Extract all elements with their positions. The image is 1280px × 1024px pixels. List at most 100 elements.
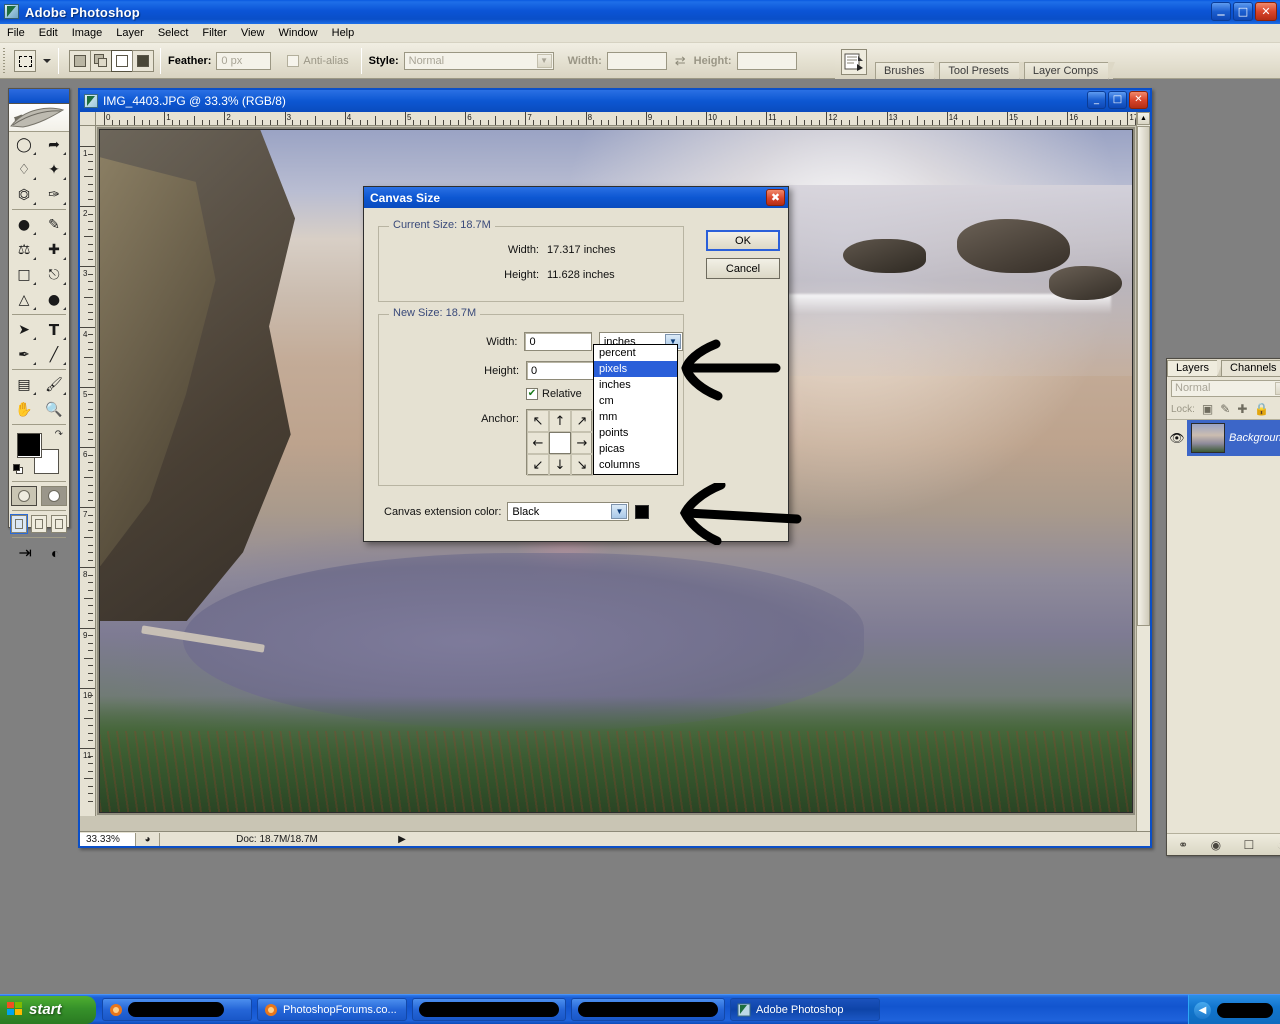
new-selection-button[interactable] xyxy=(69,50,91,72)
swap-colors-icon[interactable]: ↷ xyxy=(55,429,63,440)
anchor-top-right[interactable]: ↗ xyxy=(571,410,593,432)
scrollbar-thumb[interactable] xyxy=(1137,126,1150,626)
menu-edit[interactable]: Edit xyxy=(32,25,65,41)
close-button[interactable]: ✕ xyxy=(1255,2,1277,21)
chevron-down-icon[interactable]: ▼ xyxy=(1275,382,1280,395)
eraser-icon[interactable]: □ xyxy=(9,262,39,287)
tab-layers[interactable]: Layers xyxy=(1167,360,1218,376)
new-height-input[interactable]: 0 xyxy=(526,361,594,380)
pen-icon[interactable]: ✒ xyxy=(9,342,39,367)
status-menu-arrow-icon[interactable]: ▶ xyxy=(394,834,410,845)
taskbar-item-photoshopforums[interactable]: PhotoshopForums.co... xyxy=(257,998,407,1021)
taskbar-item-4[interactable] xyxy=(571,998,725,1021)
chevron-down-icon[interactable]: ▼ xyxy=(537,54,552,68)
layer-row-background[interactable]: 👁 Background xyxy=(1167,420,1280,456)
move-icon[interactable]: ➦ xyxy=(39,132,69,157)
elliptical-marquee-icon[interactable]: ◯ xyxy=(9,132,39,157)
scroll-up-button[interactable]: ▲ xyxy=(1137,112,1150,125)
anchor-middle-right[interactable]: → xyxy=(571,432,593,454)
dropdown-option-points[interactable]: points xyxy=(594,425,677,441)
height-input[interactable] xyxy=(737,52,797,70)
jump-to-imageready-icon[interactable]: ⇥ ◐ xyxy=(9,540,69,566)
full-screen-mode-icon[interactable] xyxy=(51,515,67,533)
line-shape-icon[interactable]: ╱ xyxy=(39,342,69,367)
document-titlebar[interactable]: IMG_4403.JPG @ 33.3% (RGB/8) _ □ ✕ xyxy=(80,90,1150,112)
healing-brush-icon[interactable]: ● xyxy=(9,212,39,237)
slice-icon[interactable]: ✑ xyxy=(39,182,69,207)
blend-mode-select[interactable]: Normal ▼ xyxy=(1171,380,1280,397)
maximize-button[interactable]: □ xyxy=(1233,2,1253,21)
foreground-color-swatch[interactable] xyxy=(17,433,42,458)
show-hidden-icons-icon[interactable]: ◀ xyxy=(1194,1002,1211,1019)
brush-icon[interactable]: ✎ xyxy=(39,212,69,237)
horizontal-ruler[interactable]: 01234567891011121314151617 xyxy=(96,112,1136,126)
menu-select[interactable]: Select xyxy=(151,25,196,41)
rectangular-marquee-icon[interactable] xyxy=(14,50,36,72)
adjustment-layer-icon[interactable]: ◑ xyxy=(1277,838,1280,852)
chevron-down-icon[interactable] xyxy=(43,59,51,63)
dropdown-option-mm[interactable]: mm xyxy=(594,409,677,425)
style-select[interactable]: Normal ▼ xyxy=(404,52,554,70)
paint-bucket-icon[interactable]: ⎋ xyxy=(39,262,69,287)
lock-transparency-icon[interactable]: ▣ xyxy=(1202,402,1213,416)
close-icon[interactable]: ✖ xyxy=(766,189,785,206)
dialog-titlebar[interactable]: Canvas Size ✖ xyxy=(364,187,788,208)
vertical-scrollbar[interactable]: ▲ xyxy=(1136,112,1150,831)
hand-icon[interactable]: ✋ xyxy=(9,397,39,422)
lasso-icon[interactable]: ♢ xyxy=(9,157,39,182)
standard-screen-mode-icon[interactable] xyxy=(11,515,27,533)
link-layers-icon[interactable]: ⚭ xyxy=(1178,838,1188,852)
intersect-with-selection-button[interactable] xyxy=(132,50,154,72)
lock-image-icon[interactable]: ✎ xyxy=(1220,402,1230,416)
tab-brushes[interactable]: Brushes xyxy=(875,62,935,79)
tab-channels[interactable]: Channels xyxy=(1221,360,1280,376)
eyedropper-icon[interactable]: 🖌 xyxy=(39,372,69,397)
full-screen-with-menubar-icon[interactable] xyxy=(31,515,47,533)
taskbar-item-1[interactable] xyxy=(102,998,252,1021)
vertical-ruler[interactable]: 1234567891011 xyxy=(80,126,96,816)
eye-icon[interactable]: 👁 xyxy=(1167,420,1187,456)
crop-icon[interactable]: ⏣ xyxy=(9,182,39,207)
menu-filter[interactable]: Filter xyxy=(195,25,233,41)
anchor-middle-left[interactable]: ← xyxy=(527,432,549,454)
layer-name[interactable]: Background xyxy=(1229,432,1280,444)
zoom-level[interactable]: 33.33% xyxy=(80,833,136,846)
scratch-sizes-icon[interactable]: ◕ xyxy=(136,833,160,846)
menu-window[interactable]: Window xyxy=(272,25,325,41)
dropdown-option-picas[interactable]: picas xyxy=(594,441,677,457)
canvas-extension-select[interactable]: Black ▼ xyxy=(507,502,629,521)
taskbar-item-3[interactable] xyxy=(412,998,566,1021)
start-button[interactable]: start xyxy=(0,996,96,1024)
dropdown-option-percent[interactable]: percent xyxy=(594,345,677,361)
menu-help[interactable]: Help xyxy=(325,25,362,41)
width-input[interactable] xyxy=(607,52,667,70)
layer-style-icon[interactable]: ◉ xyxy=(1211,838,1221,852)
standard-mode-icon[interactable] xyxy=(11,486,37,506)
tab-layer-comps[interactable]: Layer Comps xyxy=(1024,62,1109,79)
anti-alias-checkbox[interactable] xyxy=(287,55,299,67)
tab-tool-presets[interactable]: Tool Presets xyxy=(939,62,1020,79)
anchor-top-center[interactable]: ↑ xyxy=(549,410,571,432)
relative-checkbox[interactable] xyxy=(526,388,538,400)
anchor-bottom-left[interactable]: ↙ xyxy=(527,454,549,476)
document-maximize-button[interactable]: □ xyxy=(1108,91,1127,109)
add-to-selection-button[interactable] xyxy=(90,50,112,72)
dropdown-option-cm[interactable]: cm xyxy=(594,393,677,409)
notes-icon[interactable]: ▤ xyxy=(9,372,39,397)
path-selection-icon[interactable]: ➤ xyxy=(9,317,39,342)
dropdown-option-pixels[interactable]: pixels xyxy=(594,361,677,377)
chevron-down-icon[interactable]: ▼ xyxy=(611,504,627,519)
type-icon[interactable]: T xyxy=(39,317,69,342)
new-width-input[interactable]: 0 xyxy=(524,332,591,351)
lock-position-icon[interactable]: ✚ xyxy=(1237,402,1247,416)
subtract-from-selection-button[interactable] xyxy=(111,50,133,72)
minimize-button[interactable]: _ xyxy=(1211,2,1231,21)
feather-input[interactable]: 0 px xyxy=(216,52,271,70)
layer-mask-icon[interactable]: ☐ xyxy=(1243,838,1254,852)
dropdown-option-inches[interactable]: inches xyxy=(594,377,677,393)
lock-all-icon[interactable]: 🔒 xyxy=(1254,402,1269,416)
document-close-button[interactable]: ✕ xyxy=(1129,91,1148,109)
canvas-extension-swatch[interactable] xyxy=(635,505,649,519)
zoom-icon[interactable]: 🔍 xyxy=(39,397,69,422)
anchor-center[interactable] xyxy=(549,432,571,454)
